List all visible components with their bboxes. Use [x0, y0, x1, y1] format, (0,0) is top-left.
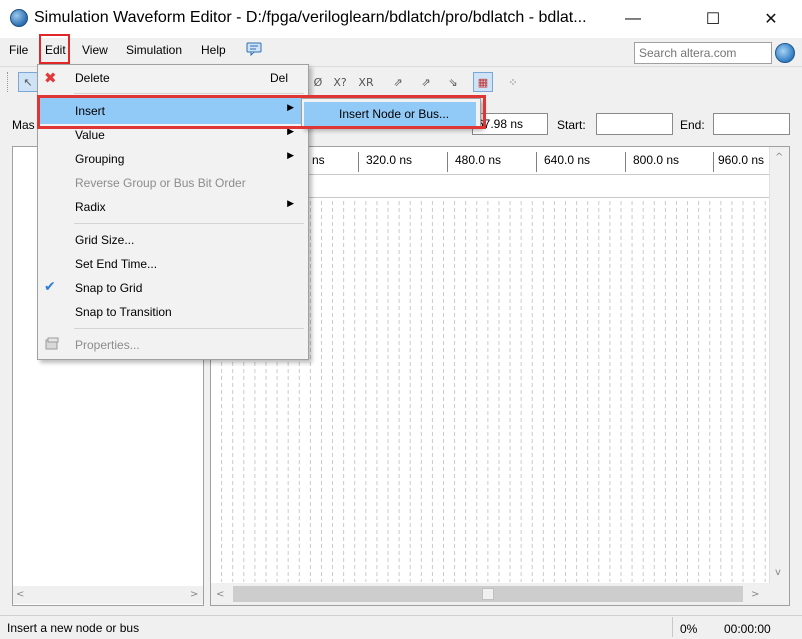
menu-item-set-end-time[interactable]: Set End Time... — [38, 252, 308, 276]
ruler-tick-label: 640.0 ns — [544, 153, 591, 167]
menu-item-snap-to-transition[interactable]: Snap to Transition — [38, 300, 308, 324]
snap-to-grid-icon[interactable]: ▦ — [473, 72, 493, 92]
menu-file[interactable]: File — [9, 43, 28, 57]
count-value-icon[interactable]: ⇗ — [388, 72, 408, 92]
menu-separator — [74, 93, 304, 94]
maximize-button[interactable]: ☐ — [690, 0, 736, 38]
scroll-down-icon[interactable]: v — [775, 567, 781, 578]
menu-simulation[interactable]: Simulation — [126, 43, 182, 57]
feedback-icon[interactable] — [246, 42, 262, 57]
menu-item-radix[interactable]: Radix ▶ — [38, 195, 308, 219]
clock-value-icon[interactable]: ⇗ — [416, 72, 436, 92]
globe-search-icon[interactable] — [775, 43, 795, 63]
menu-view[interactable]: View — [82, 43, 108, 57]
insert-annotation-box — [37, 95, 486, 129]
menu-item-label: Reverse Group or Bus Bit Order — [75, 176, 246, 190]
status-progress: 0% — [680, 622, 698, 636]
invert-value-icon[interactable]: Ø — [308, 72, 328, 92]
end-label: End: — [680, 118, 705, 132]
menu-item-snap-to-grid[interactable]: ✔ Snap to Grid — [38, 276, 308, 300]
menu-item-delete[interactable]: ✖ Delete Del — [38, 66, 308, 90]
waveform-vscrollbar[interactable] — [769, 147, 789, 583]
menu-item-label: Grouping — [75, 152, 125, 166]
hscroll-thumb[interactable] — [482, 588, 494, 600]
node-list-hscrollbar[interactable] — [13, 586, 203, 604]
menu-item-shortcut: Del — [269, 71, 288, 85]
menu-item-reverse-bit-order: Reverse Group or Bus Bit Order — [38, 171, 308, 195]
grid-settings-icon[interactable]: ⁘ — [503, 72, 523, 92]
menu-help[interactable]: Help — [201, 43, 226, 57]
menu-item-properties: Properties... — [38, 333, 308, 357]
submenu-arrow-icon: ▶ — [287, 151, 294, 161]
close-button[interactable]: ✕ — [748, 0, 794, 38]
ruler-tick-label: 480.0 ns — [455, 153, 502, 167]
selection-tool-icon[interactable]: ↖ — [18, 72, 38, 92]
start-field[interactable] — [596, 113, 673, 135]
unknown-value-icon[interactable]: X? — [330, 72, 350, 92]
ruler-tick-label: 960.0 ns — [718, 153, 765, 167]
wave-scroll-left-icon[interactable]: < — [216, 589, 224, 600]
start-label: Start: — [557, 118, 586, 132]
menu-item-label: Value — [75, 128, 105, 142]
menu-item-grouping[interactable]: Grouping ▶ — [38, 147, 308, 171]
ruler-tick-label: 320.0 ns — [366, 153, 413, 167]
close-icon: ✕ — [764, 11, 778, 28]
minimize-icon: — — [625, 10, 641, 27]
menu-item-label: Properties... — [75, 338, 140, 352]
ruler-tick-mark — [358, 152, 359, 172]
menu-item-label: Delete — [75, 71, 110, 85]
submenu-arrow-icon: ▶ — [287, 199, 294, 209]
ruler-tick-mark — [713, 152, 714, 172]
end-field[interactable] — [713, 113, 790, 135]
ruler-tick-label: 800.0 ns — [633, 153, 680, 167]
maximize-icon: ☐ — [705, 11, 721, 28]
scroll-right-icon[interactable]: > — [190, 589, 198, 600]
menu-item-label: Set End Time... — [75, 257, 158, 271]
minimize-button[interactable]: — — [610, 0, 656, 38]
arbitrary-value-icon[interactable]: ⇘ — [443, 72, 463, 92]
ruler-tick-mark — [447, 152, 448, 172]
status-divider — [672, 617, 673, 637]
scroll-up-icon[interactable]: ^ — [775, 152, 783, 163]
random-value-icon[interactable]: XR — [356, 72, 376, 92]
delete-x-icon: ✖ — [44, 69, 57, 87]
status-message: Insert a new node or bus — [7, 621, 140, 635]
window-title: Simulation Waveform Editor - D:/fpga/ver… — [34, 9, 587, 26]
app-logo-icon — [10, 9, 28, 27]
ruler-tick-mark — [536, 152, 537, 172]
checkmark-icon: ✔ — [44, 279, 56, 295]
menu-item-label: Radix — [75, 200, 106, 214]
menu-separator — [74, 223, 304, 224]
menu-item-grid-size[interactable]: Grid Size... — [38, 228, 308, 252]
menu-item-label: Snap to Transition — [75, 305, 172, 319]
edit-menu-annotation-box — [39, 34, 70, 64]
scroll-left-icon[interactable]: < — [16, 589, 24, 600]
menu-item-label: Grid Size... — [75, 233, 135, 247]
toolbar-grip — [7, 72, 11, 92]
properties-icon — [45, 337, 59, 351]
ruler-tick-label: ns — [312, 153, 325, 167]
search-input[interactable] — [634, 42, 772, 64]
wave-scroll-right-icon[interactable]: > — [751, 589, 759, 600]
ruler-tick-mark — [625, 152, 626, 172]
menu-item-label: Snap to Grid — [75, 281, 143, 295]
menu-separator — [74, 328, 304, 329]
master-time-bar-label: Mas — [12, 118, 35, 132]
status-time: 00:00:00 — [724, 622, 771, 636]
